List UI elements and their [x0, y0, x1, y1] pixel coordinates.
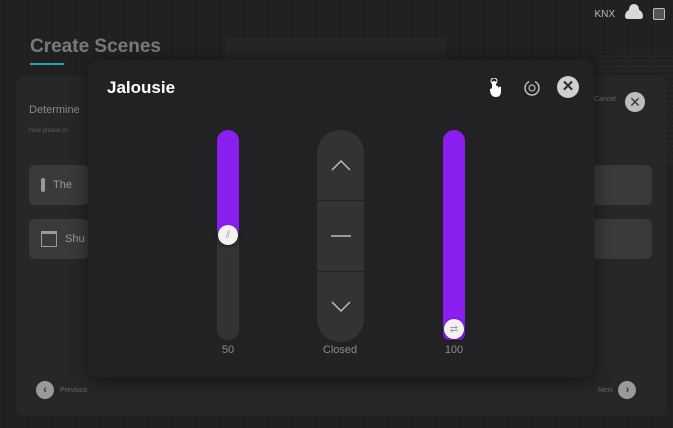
background-row-right	[594, 165, 652, 205]
position-slider[interactable]: ⇄	[443, 130, 465, 340]
slat-slider-thumb[interactable]: ⫽	[218, 225, 238, 245]
background-determine-label: Determine	[29, 104, 80, 116]
down-button[interactable]	[317, 272, 364, 342]
chevron-up-icon	[330, 159, 351, 171]
background-row-label: Shu	[65, 233, 85, 245]
title-underline	[30, 63, 64, 65]
cloud-icon	[625, 4, 643, 19]
chevron-down-icon	[330, 301, 351, 313]
up-button[interactable]	[317, 130, 364, 201]
background-row-thermostat: The	[29, 165, 89, 205]
slat-slider-fill	[217, 130, 239, 235]
shutter-icon	[41, 231, 57, 247]
background-close-icon: ✕	[625, 92, 645, 112]
jalousie-dialog: Jalousie ✕ ⫽ 50 Closed ⇄ 100	[88, 60, 594, 377]
close-icon: ✕	[561, 78, 575, 95]
background-row-label: The	[53, 179, 72, 191]
slat-angle-slider[interactable]: ⫽	[217, 130, 239, 340]
dialog-title: Jalousie	[107, 78, 176, 97]
position-slider-fill	[443, 130, 465, 340]
background-cancel-label: Cancel	[594, 96, 616, 103]
background-instruction: Now please ch	[29, 128, 69, 134]
position-value-label: 100	[444, 344, 464, 356]
square-icon	[653, 8, 665, 20]
previous-button: ‹ Previous	[36, 381, 87, 399]
background-row-shutter: Shu	[29, 219, 89, 259]
previous-label: Previous	[60, 386, 88, 394]
knx-label: KNX	[594, 8, 615, 20]
stop-icon	[330, 235, 351, 237]
status-bar: KNX	[594, 4, 665, 20]
chevron-right-icon: ›	[618, 381, 637, 399]
slat-angle-icon: ⫽	[225, 229, 231, 241]
thermometer-icon	[41, 178, 45, 192]
swap-icon: ⇄	[449, 323, 459, 335]
position-slider-thumb[interactable]: ⇄	[444, 319, 464, 339]
jalousie-control	[317, 130, 364, 342]
control-state-label: Closed	[322, 344, 358, 356]
page-title: Create Scenes	[30, 36, 161, 57]
tap-hand-icon[interactable]	[484, 77, 506, 99]
stop-button[interactable]	[317, 201, 364, 272]
next-label: Next	[598, 386, 613, 394]
next-button: Next ›	[598, 381, 637, 399]
background-row-right	[594, 219, 652, 259]
chevron-left-icon: ‹	[36, 381, 54, 399]
slat-value-label: 50	[221, 344, 235, 356]
rotate-icon[interactable]	[521, 77, 543, 99]
close-button[interactable]: ✕	[557, 76, 579, 98]
